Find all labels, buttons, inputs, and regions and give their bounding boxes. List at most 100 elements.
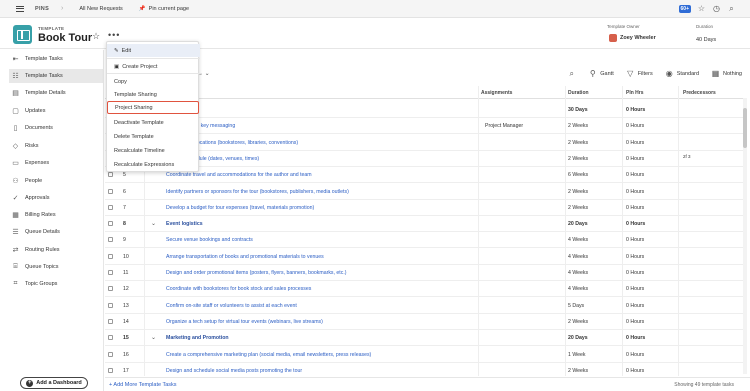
column-header-duration[interactable]: Duration	[568, 90, 589, 96]
sidebar-item-routing-rules[interactable]: ⇄ Routing Rules	[11, 243, 101, 257]
row-checkbox[interactable]	[108, 204, 113, 210]
sidebar-item-documents[interactable]: ▯ Documents	[11, 121, 101, 135]
add-more-tasks-link[interactable]: + Add More Template Tasks	[109, 382, 177, 388]
table-row[interactable]: iled tour schedule (dates, venues, times…	[105, 151, 745, 167]
table-row[interactable]: objectives and key messaging Project Mana…	[105, 118, 745, 135]
row-checkbox[interactable]	[108, 253, 113, 259]
task-planned-hours[interactable]: 0 Hours	[626, 221, 645, 227]
row-checkbox[interactable]	[108, 172, 113, 178]
task-duration[interactable]: 4 Weeks	[568, 286, 588, 292]
add-dashboard-button[interactable]: + Add a Dashboard	[20, 377, 88, 389]
row-checkbox[interactable]	[108, 367, 113, 373]
pins-label[interactable]: PINS	[35, 6, 49, 12]
table-row[interactable]: 5 Coordinate travel and accommodations fo…	[105, 167, 745, 184]
template-owner[interactable]: Zoey Wheeler	[609, 34, 656, 42]
task-name[interactable]: Arrange transportation of books and prom…	[166, 254, 324, 260]
task-name[interactable]: Design and schedule social media posts p…	[166, 368, 302, 374]
task-duration[interactable]: 4 Weeks	[568, 270, 588, 276]
task-planned-hours[interactable]: 0 Hours	[626, 205, 644, 211]
recent-history-icon[interactable]: ◷	[712, 4, 721, 13]
sidebar-item-queue-details[interactable]: ☰ Queue Details	[11, 225, 101, 239]
task-assignment[interactable]: Project Manager	[485, 123, 523, 129]
row-checkbox[interactable]	[108, 270, 113, 275]
sidebar-item-people[interactable]: ⚇ People	[11, 174, 101, 188]
filters-button[interactable]: ▽ Filters	[626, 69, 653, 78]
task-name[interactable]: Coordinate travel and accommodations for…	[166, 172, 312, 178]
row-checkbox[interactable]	[108, 221, 113, 227]
notification-badge[interactable]: 60+	[678, 4, 691, 13]
task-duration[interactable]: 2 Weeks	[568, 205, 588, 211]
table-row[interactable]: 16 Create a comprehensive marketing plan …	[105, 347, 745, 363]
task-name[interactable]: Event logistics	[166, 221, 203, 227]
search-tasks-button[interactable]: ⌕	[567, 69, 576, 78]
task-name[interactable]: Marketing and Promotion	[166, 335, 229, 341]
task-duration[interactable]: 20 Days	[568, 221, 588, 227]
star-icon[interactable]: ☆	[697, 4, 706, 13]
task-duration[interactable]: 2 Weeks	[568, 156, 588, 162]
row-checkbox[interactable]	[108, 351, 113, 357]
task-planned-hours[interactable]: 0 Hours	[626, 319, 644, 325]
favorite-star-icon[interactable]: ☆	[92, 31, 100, 42]
column-header-planned-hours[interactable]: Pln Hrs	[626, 90, 644, 96]
task-duration[interactable]: 6 Weeks	[568, 172, 588, 178]
sidebar-item-risks[interactable]: ◇ Risks	[11, 139, 101, 153]
sidebar-item-template-details[interactable]: ▤ Template Details	[11, 86, 101, 100]
pin-current-page-button[interactable]: 📌 Pin current page	[139, 6, 189, 12]
task-predecessors[interactable]: 2f 3	[683, 154, 691, 159]
sidebar-item-back-template-tasks[interactable]: ⇤ Template Tasks	[11, 52, 101, 66]
task-planned-hours[interactable]: 0 Hours	[626, 286, 644, 292]
task-planned-hours[interactable]: 0 Hours	[626, 189, 644, 195]
table-row[interactable]: 14 Organize a tech setup for virtual tour…	[105, 314, 745, 330]
table-row[interactable]: ing30 Days0 Hours	[105, 102, 745, 118]
table-row[interactable]: 12 Coordinate with bookstores for book st…	[105, 281, 745, 298]
task-name[interactable]: Develop a budget for tour expenses (trav…	[166, 205, 314, 211]
view-standard-button[interactable]: ◉ Standard	[665, 69, 699, 78]
task-duration[interactable]: 1 Week	[568, 352, 586, 358]
pin-all-new-requests[interactable]: All New Requests	[79, 6, 122, 12]
table-row[interactable]: 13 Confirm on-site staff or volunteers to…	[105, 298, 745, 314]
task-duration[interactable]: 5 Days	[568, 303, 584, 309]
task-planned-hours[interactable]: 0 Hours	[626, 352, 644, 358]
task-duration[interactable]: 2 Weeks	[568, 368, 588, 374]
row-checkbox[interactable]	[108, 188, 113, 194]
table-row[interactable]: 8 ⌄ Event logistics 20 Days 0 Hours	[105, 216, 745, 233]
task-duration[interactable]: 2 Weeks	[568, 123, 588, 129]
table-row[interactable]: d select tour locations (bookstores, lib…	[105, 135, 745, 151]
menu-item-copy[interactable]: Copy	[107, 75, 200, 88]
task-planned-hours[interactable]: 0 Hours	[626, 335, 645, 341]
expand-chevron-icon[interactable]: ⌄	[151, 220, 156, 227]
gantt-button[interactable]: ⚲ Gantt	[588, 69, 614, 78]
menu-item-create-project[interactable]: ▣ Create Project	[107, 60, 200, 73]
task-duration[interactable]: 4 Weeks	[568, 254, 588, 260]
task-planned-hours[interactable]: 0 Hours	[626, 172, 644, 178]
task-planned-hours[interactable]: 0 Hours	[626, 254, 644, 260]
row-checkbox[interactable]	[108, 286, 113, 292]
grid-scrollbar[interactable]	[743, 98, 747, 374]
task-duration[interactable]: 4 Weeks	[568, 237, 588, 243]
row-checkbox[interactable]	[108, 237, 113, 243]
sidebar-item-billing-rates[interactable]: ▦ Billing Rates	[11, 208, 101, 222]
task-planned-hours[interactable]: 0 Hours	[626, 156, 644, 162]
menu-item-edit[interactable]: ✎ Edit	[107, 44, 200, 57]
menu-item-deactivate-template[interactable]: Deactivate Template	[107, 116, 200, 129]
scrollbar-thumb[interactable]	[743, 108, 747, 148]
task-name[interactable]: Coordinate with bookstores for book stoc…	[166, 286, 311, 292]
task-name[interactable]: Identify partners or sponsors for the to…	[166, 189, 349, 195]
task-planned-hours[interactable]: 0 Hours	[626, 123, 644, 129]
task-name[interactable]: Create a comprehensive marketing plan (s…	[166, 352, 371, 358]
task-duration[interactable]: 20 Days	[568, 335, 588, 341]
table-row[interactable]: 7 Develop a budget for tour expenses (tra…	[105, 200, 745, 216]
table-row[interactable]: 9 Secure venue bookings and contracts 4 We…	[105, 232, 745, 249]
table-row[interactable]: 10 Arrange transportation of books and pr…	[105, 249, 745, 265]
sidebar-item-expenses[interactable]: ▭ Expenses	[11, 156, 101, 170]
expand-chevron-icon[interactable]: ⌄	[151, 334, 156, 341]
menu-item-project-sharing[interactable]: Project Sharing	[107, 101, 199, 114]
sidebar-item-topic-groups[interactable]: ⌗ Topic Groups	[11, 277, 101, 291]
more-options-icon[interactable]: •••	[108, 30, 120, 40]
search-icon[interactable]: ⌕	[727, 4, 736, 13]
task-duration[interactable]: 2 Weeks	[568, 319, 588, 325]
grouping-nothing-button[interactable]: ▦ Nothing	[711, 69, 742, 78]
task-name[interactable]: Organize a tech setup for virtual tour e…	[166, 319, 323, 325]
row-checkbox[interactable]	[108, 302, 113, 308]
task-planned-hours[interactable]: 0 Hours	[626, 303, 644, 309]
